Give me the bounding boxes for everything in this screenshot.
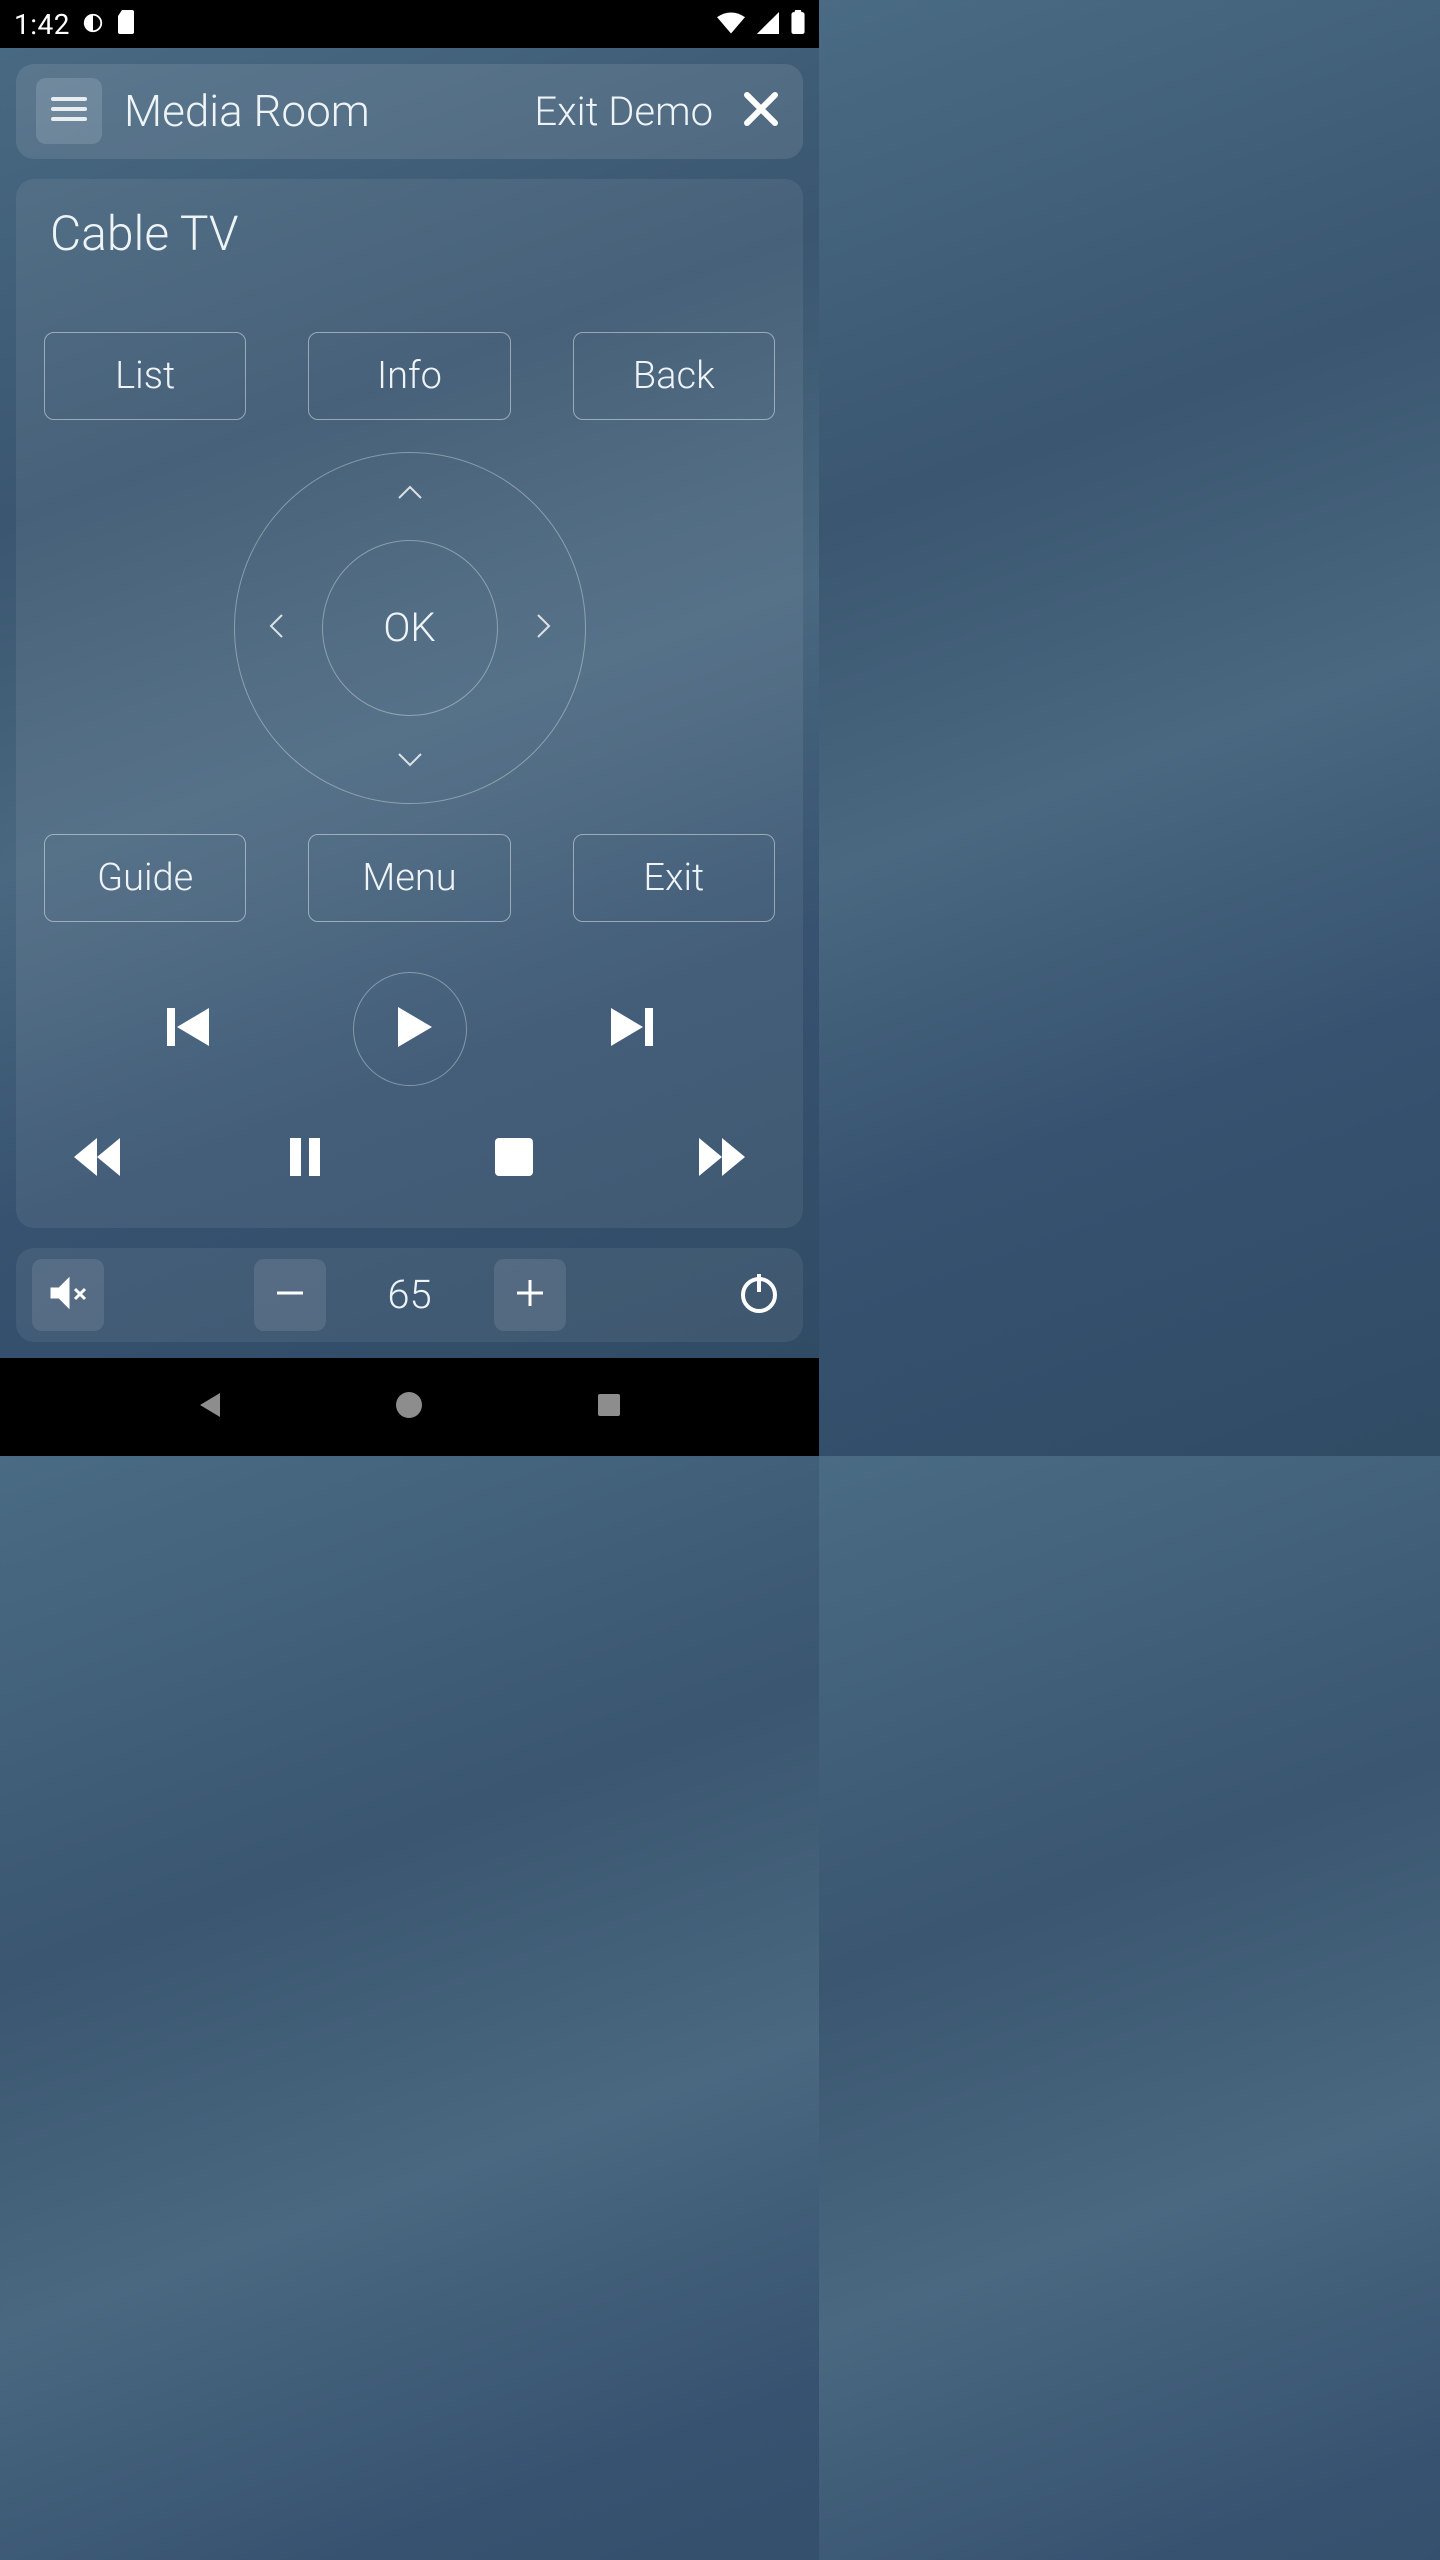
volume-down-button[interactable] xyxy=(254,1259,326,1331)
device-panel: Cable TV List Info Back O xyxy=(16,179,803,1228)
android-back-button[interactable] xyxy=(190,1387,230,1427)
minus-icon xyxy=(269,1272,311,1318)
chevron-up-icon xyxy=(395,478,425,512)
dpad-left-button[interactable] xyxy=(252,603,302,653)
circle-home-icon xyxy=(394,1390,424,1424)
room-title: Media Room xyxy=(124,85,370,137)
footer-bar: 65 xyxy=(16,1248,803,1343)
wifi-icon xyxy=(717,8,745,41)
triangle-back-icon xyxy=(194,1389,226,1425)
mute-icon xyxy=(47,1272,89,1318)
chevron-right-icon xyxy=(528,611,558,645)
play-icon xyxy=(382,1002,438,1056)
top-button-row: List Info Back xyxy=(44,332,775,420)
device-title: Cable TV xyxy=(44,205,775,262)
android-status-bar: 1:42 xyxy=(0,0,819,48)
clock: 1:42 xyxy=(14,8,70,41)
close-icon xyxy=(741,89,781,133)
skip-next-icon xyxy=(605,1000,659,1058)
volume-up-button[interactable] xyxy=(494,1259,566,1331)
volume-level: 65 xyxy=(370,1271,450,1318)
dpad-ok-button[interactable]: OK xyxy=(322,540,498,716)
dpad-down-button[interactable] xyxy=(385,736,435,786)
fast-forward-icon xyxy=(695,1130,749,1188)
cellular-icon xyxy=(757,8,779,41)
android-nav-bar xyxy=(0,1358,819,1456)
exit-demo-link[interactable]: Exit Demo xyxy=(534,88,713,135)
battery-icon xyxy=(791,8,805,41)
hamburger-menu-button[interactable] xyxy=(36,78,102,144)
exit-button[interactable]: Exit xyxy=(573,834,775,922)
dpad-right-button[interactable] xyxy=(518,603,568,653)
skip-previous-button[interactable] xyxy=(153,994,223,1064)
skip-next-button[interactable] xyxy=(597,994,667,1064)
stop-icon xyxy=(487,1130,541,1188)
close-button[interactable] xyxy=(739,89,783,133)
menu-button[interactable]: Menu xyxy=(308,834,510,922)
sd-card-icon xyxy=(116,8,136,41)
android-home-button[interactable] xyxy=(389,1387,429,1427)
hamburger-icon xyxy=(51,95,87,127)
back-button[interactable]: Back xyxy=(573,332,775,420)
dpad-up-button[interactable] xyxy=(385,470,435,520)
info-button[interactable]: Info xyxy=(308,332,510,420)
android-recents-button[interactable] xyxy=(589,1387,629,1427)
transport-row-1 xyxy=(44,972,775,1086)
rewind-button[interactable] xyxy=(62,1124,132,1194)
dpad: OK xyxy=(234,452,586,804)
transport-row-2 xyxy=(44,1124,775,1194)
mute-button[interactable] xyxy=(32,1259,104,1331)
plus-icon xyxy=(509,1272,551,1318)
chevron-down-icon xyxy=(395,744,425,778)
square-recents-icon xyxy=(595,1391,623,1423)
app-notification-icon xyxy=(82,8,104,41)
guide-button[interactable]: Guide xyxy=(44,834,246,922)
play-button[interactable] xyxy=(353,972,467,1086)
app-header: Media Room Exit Demo xyxy=(16,64,803,159)
bottom-button-row: Guide Menu Exit xyxy=(44,834,775,922)
chevron-left-icon xyxy=(262,611,292,645)
rewind-icon xyxy=(70,1130,124,1188)
skip-previous-icon xyxy=(161,1000,215,1058)
list-button[interactable]: List xyxy=(44,332,246,420)
stop-button[interactable] xyxy=(479,1124,549,1194)
pause-button[interactable] xyxy=(270,1124,340,1194)
fast-forward-button[interactable] xyxy=(687,1124,757,1194)
pause-icon xyxy=(278,1130,332,1188)
power-icon xyxy=(736,1270,782,1320)
power-button[interactable] xyxy=(731,1267,787,1323)
